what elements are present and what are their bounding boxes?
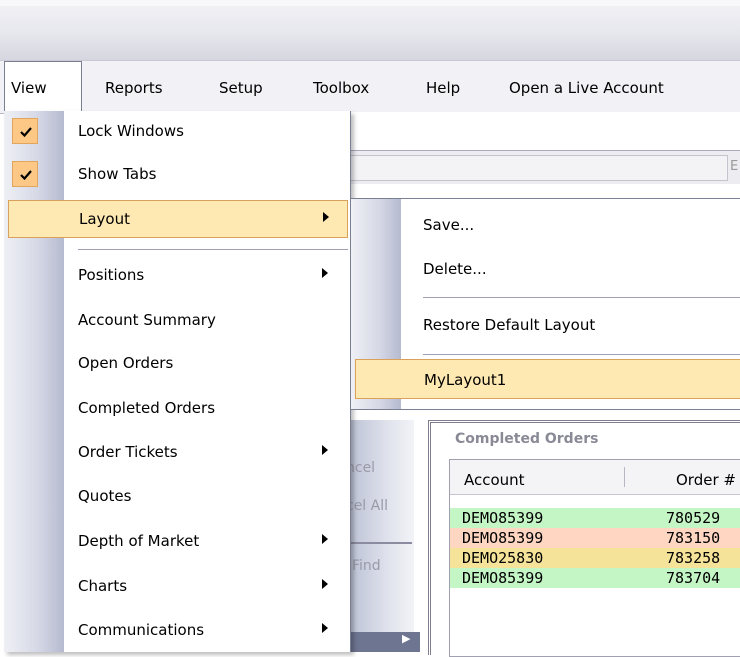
menu-reports[interactable]: Reports bbox=[105, 79, 163, 97]
scroll-right-icon[interactable]: ▶ bbox=[402, 632, 410, 645]
menu-help[interactable]: Help bbox=[426, 79, 460, 97]
column-header-order[interactable]: Order # bbox=[676, 471, 736, 489]
cell-account: DEMO85399 bbox=[462, 529, 544, 547]
menu-item-label: Completed Orders bbox=[78, 399, 216, 417]
submenu-item-label: Restore Default Layout bbox=[423, 316, 596, 334]
menu-toolbox[interactable]: Toolbox bbox=[313, 79, 369, 97]
column-header-account[interactable]: Account bbox=[464, 471, 525, 489]
menu-item-depth-of-market[interactable]: Depth of Market bbox=[4, 523, 350, 559]
menu-item-quotes[interactable]: Quotes bbox=[4, 478, 350, 514]
menu-item-show-tabs[interactable]: Show Tabs bbox=[4, 156, 350, 192]
submenu-arrow-icon bbox=[322, 445, 328, 455]
submenu-item-delete[interactable]: Delete... bbox=[351, 249, 740, 289]
toolbar-field[interactable] bbox=[346, 155, 728, 181]
submenu-arrow-icon bbox=[323, 212, 329, 222]
submenu-item-save[interactable]: Save... bbox=[351, 205, 740, 245]
order-buttons-panel: ncel cel All Find bbox=[346, 420, 414, 652]
background-toolbar: E bbox=[346, 150, 740, 186]
menu-item-layout[interactable]: Layout bbox=[8, 200, 348, 238]
cell-order: 783704 bbox=[666, 569, 721, 587]
menu-item-charts[interactable]: Charts bbox=[4, 568, 350, 604]
menu-item-communications[interactable]: Communications bbox=[4, 612, 350, 648]
menu-item-label: Lock Windows bbox=[78, 122, 184, 140]
cell-order: 783258 bbox=[666, 549, 721, 567]
table-row[interactable]: DEMO85399 783150 bbox=[450, 528, 740, 548]
menu-view-label: View bbox=[11, 79, 47, 97]
panel-divider bbox=[346, 542, 412, 544]
menu-item-account-summary[interactable]: Account Summary bbox=[4, 302, 350, 338]
menu-item-positions[interactable]: Positions bbox=[4, 257, 350, 293]
menu-setup[interactable]: Setup bbox=[219, 79, 263, 97]
menu-item-label: Charts bbox=[78, 577, 128, 595]
table-row[interactable]: DEMO25830 783258 bbox=[450, 548, 740, 568]
check-icon bbox=[12, 161, 38, 187]
menu-item-order-tickets[interactable]: Order Tickets bbox=[4, 434, 350, 470]
menu-item-label: Quotes bbox=[78, 487, 132, 505]
menu-item-label: Show Tabs bbox=[78, 165, 157, 183]
menu-bar: View Reports Setup Toolbox Help Open a L… bbox=[0, 60, 740, 114]
cell-account: DEMO85399 bbox=[462, 569, 544, 587]
view-menu-dropdown: Lock Windows Show Tabs Layout Positions … bbox=[4, 111, 351, 652]
completed-orders-title: Completed Orders bbox=[455, 431, 599, 447]
submenu-arrow-icon bbox=[322, 268, 328, 278]
cell-account: DEMO85399 bbox=[462, 509, 544, 527]
cell-order: 780529 bbox=[666, 509, 721, 527]
submenu-item-mylayout1[interactable]: MyLayout1 bbox=[355, 359, 740, 399]
layout-submenu: Save... Delete... Restore Default Layout… bbox=[350, 198, 740, 410]
cell-order: 783150 bbox=[666, 529, 721, 547]
background-strip bbox=[346, 112, 740, 150]
submenu-item-restore-default-layout[interactable]: Restore Default Layout bbox=[351, 305, 740, 345]
submenu-arrow-icon bbox=[322, 579, 328, 589]
submenu-arrow-icon bbox=[322, 534, 328, 544]
window-title-bar bbox=[0, 0, 740, 60]
menu-item-label: Depth of Market bbox=[78, 532, 200, 550]
submenu-item-label: Delete... bbox=[423, 260, 487, 278]
cancel-all-button[interactable]: cel All bbox=[346, 498, 388, 514]
menu-item-lock-windows[interactable]: Lock Windows bbox=[4, 113, 350, 149]
column-separator[interactable] bbox=[624, 467, 625, 487]
menu-item-label: Account Summary bbox=[78, 311, 216, 329]
table-row[interactable]: DEMO85399 780529 bbox=[450, 508, 740, 528]
submenu-arrow-icon bbox=[322, 623, 328, 633]
completed-orders-grid: Account Order # DEMO85399 780529 DEMO853… bbox=[449, 459, 740, 657]
menu-item-label: Order Tickets bbox=[78, 443, 178, 461]
menu-item-label: Open Orders bbox=[78, 354, 174, 372]
menu-item-label: Layout bbox=[79, 210, 130, 228]
find-button[interactable]: Find bbox=[352, 558, 381, 574]
toolbar-text: E bbox=[730, 159, 739, 174]
grid-header: Account Order # bbox=[450, 460, 740, 495]
menu-item-label: Positions bbox=[78, 266, 145, 284]
check-icon bbox=[12, 118, 38, 144]
submenu-item-label: MyLayout1 bbox=[424, 371, 507, 389]
menu-open-live-account[interactable]: Open a Live Account bbox=[509, 79, 664, 97]
menu-separator bbox=[78, 249, 348, 250]
table-row[interactable]: DEMO85399 783704 bbox=[450, 568, 740, 588]
cell-account: DEMO25830 bbox=[462, 549, 544, 567]
completed-orders-panel: Completed Orders Account Order # DEMO853… bbox=[428, 420, 740, 657]
menu-item-label: Communications bbox=[78, 621, 205, 639]
menu-item-completed-orders[interactable]: Completed Orders bbox=[4, 390, 350, 426]
submenu-separator bbox=[423, 297, 740, 298]
submenu-item-label: Save... bbox=[423, 216, 475, 234]
menu-view[interactable]: View bbox=[4, 61, 82, 114]
menu-item-open-orders[interactable]: Open Orders bbox=[4, 345, 350, 381]
submenu-separator bbox=[423, 354, 740, 355]
